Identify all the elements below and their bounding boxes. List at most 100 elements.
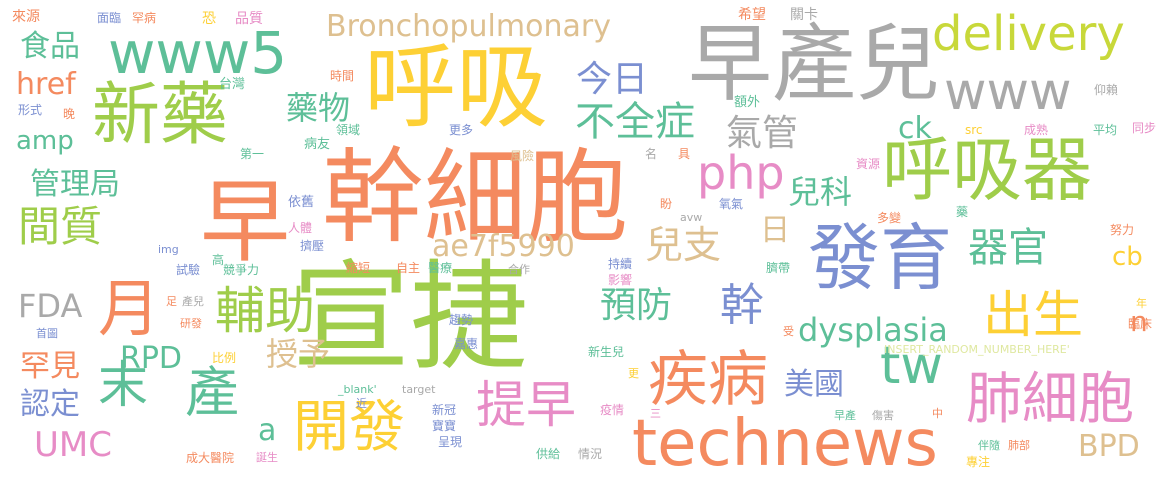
word: 氣管 xyxy=(726,113,799,154)
word: 競爭力 xyxy=(223,263,260,277)
word: 恐 xyxy=(202,11,216,27)
word: 同步 xyxy=(1132,121,1157,135)
word: href xyxy=(16,67,76,102)
word: 食品 xyxy=(20,29,80,64)
word: 具 xyxy=(678,147,691,161)
word: 多變 xyxy=(877,211,902,225)
word: 間質 xyxy=(18,202,103,251)
word: 更 xyxy=(628,367,639,380)
word: 管理局 xyxy=(30,167,120,202)
word: ck xyxy=(898,111,932,146)
word: 名 xyxy=(645,147,658,161)
word: dysplasia xyxy=(798,311,948,349)
word: 縮短 xyxy=(346,261,371,275)
word: 新冠 xyxy=(432,403,457,417)
word: 更多 xyxy=(449,123,474,137)
word: 寶寶 xyxy=(432,419,457,433)
word: 開發 xyxy=(293,395,405,460)
word: 關卡 xyxy=(790,7,818,23)
word: 嘉惠 xyxy=(454,337,479,351)
word: 中 xyxy=(932,407,943,420)
word: 出生 xyxy=(983,286,1083,344)
word: 研發 xyxy=(180,317,202,330)
word: 月 xyxy=(98,272,161,345)
word: php xyxy=(697,146,785,200)
word: 藥物 xyxy=(286,89,351,127)
word: 希望 xyxy=(738,7,766,23)
word: 臨床 xyxy=(1128,317,1153,331)
word: 風險 xyxy=(510,149,535,163)
word: 臍帶 xyxy=(766,261,791,275)
word: 時間 xyxy=(330,69,355,83)
word: 醫療 xyxy=(428,261,453,275)
word: 幹 xyxy=(720,280,764,331)
word: 形式 xyxy=(18,103,43,117)
word: FDA xyxy=(18,287,83,325)
word: 品質 xyxy=(235,11,263,27)
word: 情況 xyxy=(578,447,603,461)
word: 自主 xyxy=(396,261,421,275)
word: UMC xyxy=(34,425,112,465)
word: www5 xyxy=(108,19,288,87)
word: 年 xyxy=(1136,297,1147,310)
word: src xyxy=(965,123,983,137)
word: 疾病 xyxy=(648,345,768,415)
word: 呈現 xyxy=(438,435,463,449)
word: 產 xyxy=(185,361,239,424)
word: 持續 xyxy=(608,257,633,271)
word: BPD xyxy=(1078,429,1140,464)
word: 傷害 xyxy=(872,409,894,422)
word: 授予 xyxy=(266,335,331,373)
word: 來源 xyxy=(12,9,40,25)
word: 藥 xyxy=(956,205,969,219)
word: 疫情 xyxy=(600,403,625,417)
word: 發育 xyxy=(808,216,953,300)
word: 新藥 xyxy=(92,76,229,155)
word: INSERT_RANDOM_NUMBER_HERE' xyxy=(884,343,1070,356)
word: 兒科 xyxy=(788,173,853,211)
word: 輔助 xyxy=(215,282,315,340)
word: 兒支 xyxy=(645,223,722,267)
word: 誕生 xyxy=(256,451,278,464)
word: 成大醫院 xyxy=(186,451,235,465)
word: 早產 xyxy=(834,409,856,422)
word: _blank' xyxy=(338,383,377,396)
word: 伴隨 xyxy=(978,439,1000,452)
word: 面臨 xyxy=(97,11,122,25)
word: 新生兒 xyxy=(588,345,625,359)
word: amp xyxy=(16,126,74,156)
word: 平均 xyxy=(1093,123,1118,137)
word: 額外 xyxy=(734,95,761,110)
word: 合作 xyxy=(508,263,530,276)
word: 資源 xyxy=(856,157,881,171)
word: img xyxy=(158,243,179,256)
word: 人體 xyxy=(288,221,313,235)
word-cloud: 幹細胞 宣捷 早產兒 呼吸 新藥 www5 www 呼吸器 發育 technew… xyxy=(0,0,1175,482)
word: 足 xyxy=(166,295,177,308)
word: 成熟 xyxy=(1024,123,1049,137)
word: 提早 xyxy=(476,376,576,434)
word: 肺部 xyxy=(1008,439,1030,452)
word: 近 xyxy=(356,397,367,410)
word: 罕病 xyxy=(132,11,157,25)
word: 擠壓 xyxy=(300,239,325,253)
word: 呼吸 xyxy=(364,34,549,141)
word: 專注 xyxy=(966,455,991,469)
word: 受 xyxy=(783,325,794,338)
word: 預防 xyxy=(600,285,673,326)
word: 努力 xyxy=(1110,223,1135,237)
word: ae7f5990 xyxy=(432,229,575,264)
word: 盼 xyxy=(660,197,673,211)
word: RPD xyxy=(120,341,183,376)
word: 首圖 xyxy=(36,327,58,340)
word: 供給 xyxy=(536,447,561,461)
word: www xyxy=(944,62,1072,122)
word: 氧氣 xyxy=(719,197,744,211)
word: avw xyxy=(680,211,703,224)
word: 仰賴 xyxy=(1094,83,1119,97)
word: 罕見 xyxy=(20,349,80,384)
word: 早產兒 xyxy=(688,15,941,113)
word: 認定 xyxy=(20,387,80,422)
word: Bronchopulmonary xyxy=(326,9,611,44)
word: 比例 xyxy=(212,351,237,365)
